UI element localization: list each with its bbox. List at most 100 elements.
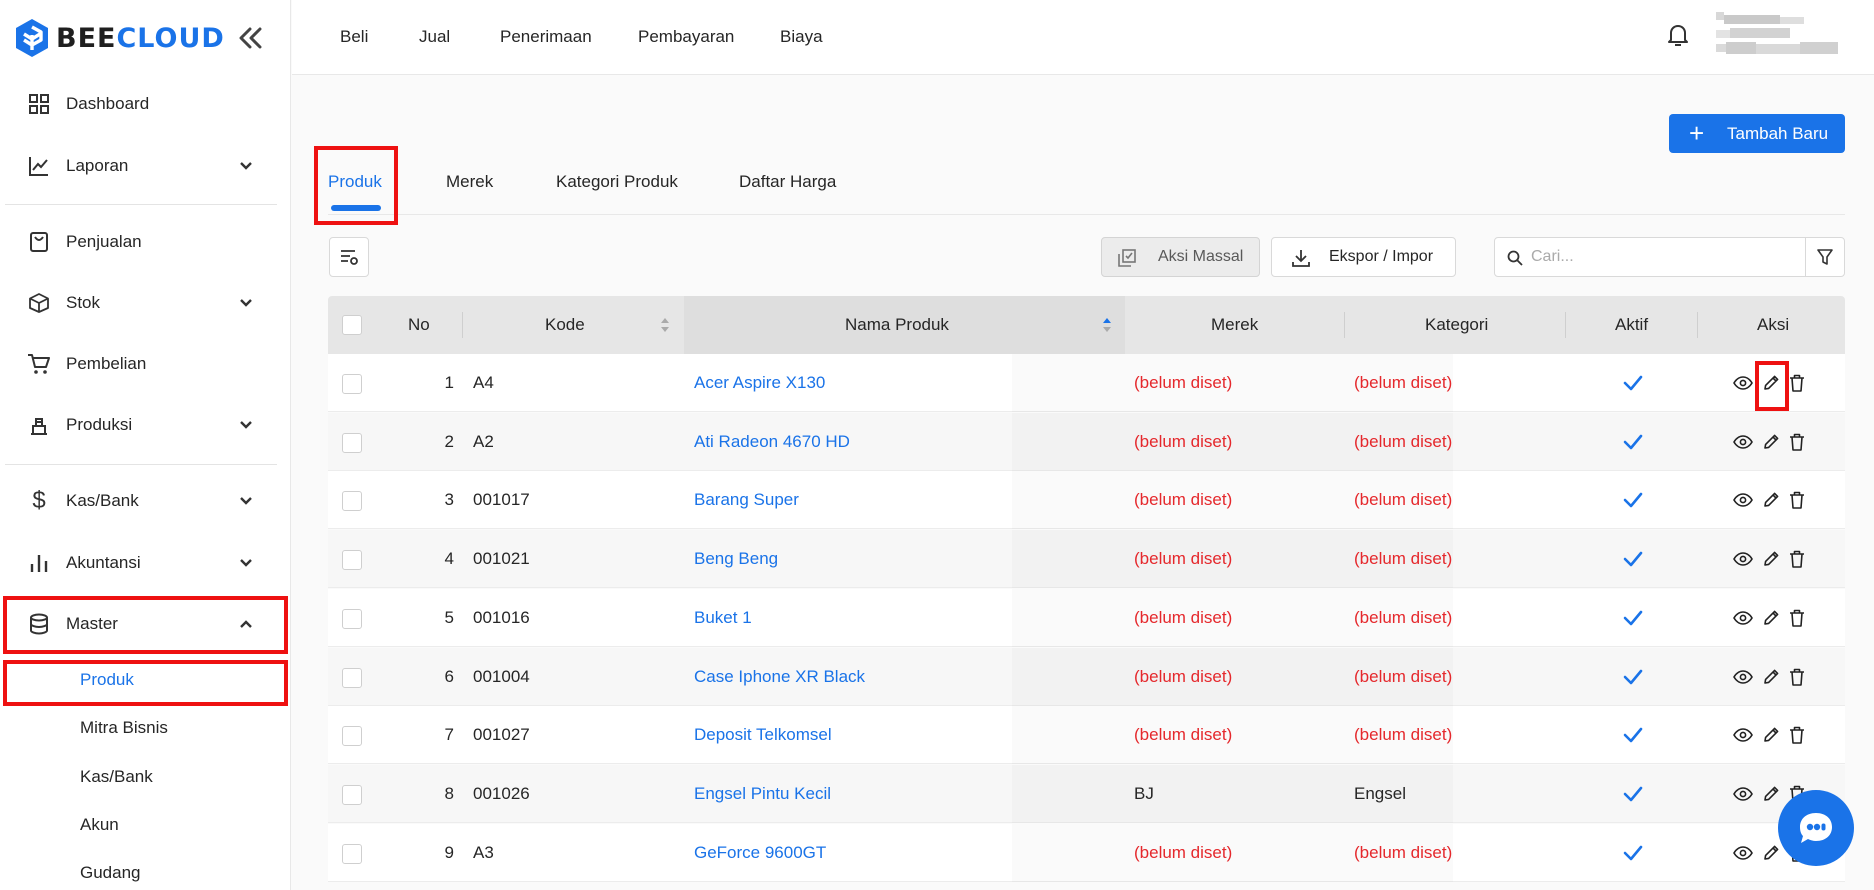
edit-icon[interactable] — [1760, 548, 1782, 570]
delete-icon[interactable] — [1786, 666, 1808, 688]
view-icon[interactable] — [1732, 724, 1754, 746]
sidebar-item-label: Akuntansi — [66, 553, 141, 572]
sidebar-item-penjualan[interactable]: Penjualan — [0, 214, 291, 270]
search-placeholder: Cari... — [1531, 248, 1574, 265]
table-header: No Kode Nama Produk Merek Kategori Aktif… — [328, 296, 1845, 354]
view-icon[interactable] — [1732, 548, 1754, 570]
row-checkbox[interactable] — [342, 550, 362, 571]
row-checkbox[interactable] — [342, 432, 362, 453]
row-checkbox[interactable] — [342, 608, 362, 629]
edit-icon[interactable] — [1760, 489, 1782, 511]
brand-name-b: CLOUD — [116, 22, 225, 54]
col-no[interactable]: No — [408, 315, 430, 335]
edit-icon[interactable] — [1760, 842, 1782, 864]
row-checkbox[interactable] — [342, 374, 362, 394]
col-nama-produk[interactable]: Nama Produk — [845, 315, 949, 335]
topnav-biaya[interactable]: Biaya — [780, 27, 823, 47]
delete-icon[interactable] — [1786, 724, 1808, 746]
delete-icon[interactable] — [1786, 489, 1808, 511]
row-product-link[interactable]: GeForce 9600GT — [694, 843, 826, 863]
sidebar-item-produksi[interactable]: Produksi — [0, 397, 291, 453]
select-all-checkbox[interactable] — [342, 315, 362, 335]
delete-icon[interactable] — [1786, 607, 1808, 629]
brand-logo[interactable]: BEECLOUD — [14, 16, 225, 60]
edit-icon[interactable] — [1760, 607, 1782, 629]
delete-icon[interactable] — [1786, 548, 1808, 570]
sidebar-item-akuntansi[interactable]: Akuntansi — [0, 535, 291, 591]
topnav-penerimaan[interactable]: Penerimaan — [500, 27, 592, 47]
row-kategori: (belum diset) — [1354, 666, 1453, 686]
export-import-button[interactable]: Ekspor / Impor — [1271, 237, 1456, 277]
row-checkbox[interactable] — [342, 726, 362, 747]
topnav-beli[interactable]: Beli — [340, 27, 368, 47]
row-product-link[interactable]: Buket 1 — [694, 608, 752, 628]
view-icon[interactable] — [1732, 372, 1754, 394]
sidebar-item-kas-bank[interactable]: $ Kas/Bank — [0, 473, 291, 529]
topnav-pembayaran[interactable]: Pembayaran — [638, 27, 734, 47]
sidebar-sub-item-mitra-bisnis[interactable]: Mitra Bisnis — [0, 705, 291, 751]
add-new-button[interactable]: + Tambah Baru — [1669, 114, 1845, 153]
edit-icon[interactable] — [1760, 372, 1782, 394]
edit-icon[interactable] — [1760, 724, 1782, 746]
col-kode[interactable]: Kode — [545, 315, 585, 335]
filter-button[interactable] — [1805, 237, 1845, 277]
delete-icon[interactable] — [1786, 372, 1808, 394]
col-kategori[interactable]: Kategori — [1425, 315, 1488, 335]
row-no: 8 — [444, 783, 454, 803]
sidebar-item-pembelian[interactable]: Pembelian — [0, 336, 291, 392]
sidebar-sub-item-label: Produk — [80, 670, 134, 689]
tab-produk[interactable]: Produk — [328, 172, 382, 192]
sidebar-item-laporan[interactable]: Laporan — [0, 138, 291, 194]
chat-widget-button[interactable] — [1778, 790, 1854, 866]
collapse-sidebar-button[interactable] — [236, 24, 264, 52]
col-aktif[interactable]: Aktif — [1615, 315, 1648, 335]
table-row: 5 001016 Buket 1 (belum diset) (belum diset) — [328, 588, 1845, 647]
sidebar-item-master[interactable]: Master — [0, 596, 291, 652]
sort-asc-icon[interactable] — [1101, 316, 1113, 334]
chevron-down-icon — [236, 156, 256, 176]
sidebar-sub-item-produk[interactable]: Produk — [0, 657, 291, 703]
sidebar-sub-item-gudang[interactable]: Gudang — [0, 850, 291, 890]
row-checkbox[interactable] — [342, 843, 362, 864]
row-product-link[interactable]: Case Iphone XR Black — [694, 667, 865, 687]
view-icon[interactable] — [1732, 489, 1754, 511]
row-checkbox[interactable] — [342, 667, 362, 688]
tab-kategori-produk[interactable]: Kategori Produk — [556, 172, 678, 192]
row-product-link[interactable]: Acer Aspire X130 — [694, 373, 825, 393]
view-icon[interactable] — [1732, 431, 1754, 453]
tab-daftar-harga[interactable]: Daftar Harga — [739, 172, 836, 192]
edit-icon[interactable] — [1760, 666, 1782, 688]
row-product-link[interactable]: Deposit Telkomsel — [694, 725, 832, 745]
sidebar-sub-item-kas-bank[interactable]: Kas/Bank — [0, 754, 291, 800]
search-input[interactable]: Cari... — [1494, 237, 1806, 277]
topnav-jual[interactable]: Jual — [419, 27, 450, 47]
column-settings-button[interactable] — [329, 237, 369, 277]
edit-icon[interactable] — [1760, 783, 1782, 805]
view-icon[interactable] — [1732, 842, 1754, 864]
sidebar-sub-item-label: Akun — [80, 815, 119, 834]
sort-icon[interactable] — [659, 316, 671, 334]
bulk-action-button[interactable]: Aksi Massal — [1101, 237, 1260, 277]
sidebar-sub-item-akun[interactable]: Akun — [0, 802, 291, 848]
user-avatar[interactable] — [1716, 12, 1838, 62]
col-merek[interactable]: Merek — [1211, 315, 1258, 335]
view-icon[interactable] — [1732, 783, 1754, 805]
tab-merek[interactable]: Merek — [446, 172, 493, 192]
row-checkbox[interactable] — [342, 491, 362, 512]
sidebar-item-stok[interactable]: Stok — [0, 275, 291, 331]
edit-icon[interactable] — [1760, 431, 1782, 453]
bell-icon[interactable] — [1664, 21, 1692, 49]
row-kode: 001021 — [473, 549, 530, 569]
row-product-link[interactable]: Engsel Pintu Kecil — [694, 784, 831, 804]
row-product-link[interactable]: Beng Beng — [694, 549, 778, 569]
active-tab-indicator — [331, 205, 381, 211]
row-no: 4 — [444, 549, 454, 569]
sidebar-item-dashboard[interactable]: Dashboard — [0, 76, 291, 132]
view-icon[interactable] — [1732, 607, 1754, 629]
cart-icon — [26, 351, 52, 377]
row-checkbox[interactable] — [342, 784, 362, 805]
view-icon[interactable] — [1732, 666, 1754, 688]
row-product-link[interactable]: Barang Super — [694, 490, 799, 510]
delete-icon[interactable] — [1786, 431, 1808, 453]
row-product-link[interactable]: Ati Radeon 4670 HD — [694, 432, 850, 452]
